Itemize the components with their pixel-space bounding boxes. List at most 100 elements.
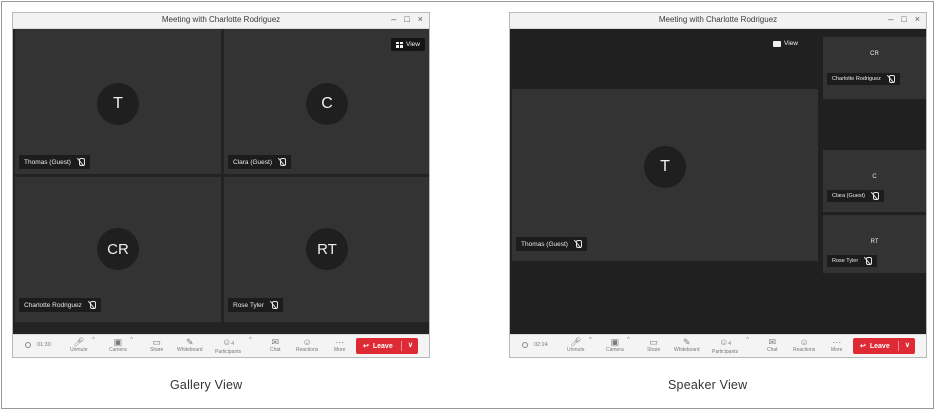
participants-count: 4 [231, 341, 235, 347]
gallery-view-window: Meeting with Charlotte Rodriguez – □ × T… [12, 12, 430, 358]
camera-button[interactable]: ▣ Camera [109, 337, 127, 354]
participant-tile[interactable]: CR Charlotte Rodriguez [15, 177, 221, 322]
reactions-label: Reactions [296, 347, 319, 353]
thumbnail-tile[interactable]: CR Charlotte Rodriguez [823, 37, 926, 99]
view-button[interactable]: View [768, 37, 803, 50]
caret-up-icon[interactable]: ^ [130, 337, 133, 343]
chat-icon: ✉ [271, 337, 280, 347]
thumbnail-tile[interactable]: C Clara (Guest) [823, 150, 926, 212]
avatar: CR [97, 228, 139, 270]
thumbnail-tile[interactable]: RT Rose Tyler [823, 215, 926, 273]
participant-nameplate: Thomas (Guest) [516, 237, 587, 251]
whiteboard-icon: ✎ [186, 337, 194, 347]
participants-button[interactable]: ☺4 Participants [215, 337, 241, 356]
minimize-button[interactable]: – [888, 14, 893, 24]
avatar: RT [306, 228, 348, 270]
participants-button[interactable]: ☺4 Participants [712, 337, 738, 356]
avatar: T [644, 146, 686, 188]
participant-tile[interactable]: RT Rose Tyler [224, 177, 429, 322]
participant-nameplate: Rose Tyler [827, 255, 878, 267]
reactions-button[interactable]: ☺ Reactions [793, 337, 815, 354]
video-stage: T Thomas (Guest) View C Clara (Guest) CR… [13, 29, 429, 336]
caret-up-icon[interactable]: ^ [249, 337, 252, 343]
meeting-timer: 02:24 [522, 342, 548, 348]
minimize-button[interactable]: – [391, 14, 396, 24]
title-bar: Meeting with Charlotte Rodriguez – □ × [13, 13, 429, 29]
participants-count: 4 [728, 341, 732, 347]
chevron-down-icon[interactable]: ∨ [408, 341, 413, 349]
close-button[interactable]: × [915, 14, 920, 24]
whiteboard-button[interactable]: ✎ Whiteboard [674, 337, 700, 354]
participant-nameplate: Thomas (Guest) [19, 155, 90, 169]
leave-label: Leave [869, 342, 890, 350]
participant-tile[interactable]: View C Clara (Guest) [224, 29, 429, 174]
avatar: RT [870, 239, 879, 245]
camera-label: Camera [109, 347, 127, 353]
video-stage: View T Thomas (Guest) CR Charlotte Rodri… [510, 29, 926, 336]
caret-up-icon[interactable]: ^ [746, 337, 749, 343]
close-button[interactable]: × [418, 14, 423, 24]
camera-icon: ▣ [610, 337, 620, 347]
window-controls: – □ × [888, 14, 920, 24]
active-speaker-tile[interactable]: T Thomas (Guest) [512, 89, 818, 261]
meeting-toolbar: 02:24 🎤︎ Unmute ^ ▣ Camera ^ ▭ Share ✎ W… [510, 334, 926, 357]
chat-button[interactable]: ✉ Chat [767, 337, 778, 354]
leave-divider [898, 341, 899, 351]
leave-button[interactable]: ↩ Leave ∨ [356, 338, 418, 354]
caret-up-icon[interactable]: ^ [589, 337, 592, 343]
view-button-label: View [406, 41, 420, 48]
timer-text: 02:24 [534, 342, 548, 348]
share-button[interactable]: ▭ Share [647, 337, 660, 354]
more-label: More [334, 347, 346, 353]
share-screen-icon: ▭ [649, 337, 658, 347]
caret-up-icon[interactable]: ^ [627, 337, 630, 343]
maximize-button[interactable]: □ [404, 14, 409, 24]
title-bar: Meeting with Charlotte Rodriguez – □ × [510, 13, 926, 29]
whiteboard-button[interactable]: ✎ Whiteboard [177, 337, 203, 354]
participant-nameplate: Rose Tyler [228, 298, 283, 312]
leave-button[interactable]: ↩ Leave ∨ [853, 338, 915, 354]
camera-button[interactable]: ▣ Camera [606, 337, 624, 354]
chat-button[interactable]: ✉ Chat [270, 337, 281, 354]
reactions-icon: ☺ [799, 337, 809, 347]
mic-off-icon: 🎤︎ [73, 337, 85, 347]
more-button[interactable]: ⋯ More [831, 337, 842, 354]
participant-name: Clara (Guest) [233, 158, 273, 166]
leave-label: Leave [372, 342, 393, 350]
view-button-label: View [784, 40, 798, 47]
participant-nameplate: Charlotte Rodriguez [827, 73, 900, 85]
window-title: Meeting with Charlotte Rodriguez [658, 15, 778, 24]
avatar: CR [870, 51, 879, 57]
reactions-label: Reactions [793, 347, 816, 353]
participant-name: Rose Tyler [233, 301, 264, 309]
gallery-view-caption: Gallery View [170, 378, 243, 392]
avatar: C [306, 83, 348, 125]
maximize-button[interactable]: □ [901, 14, 906, 24]
camera-label: Camera [606, 347, 624, 353]
mic-off-icon [77, 158, 85, 166]
participant-name: Clara (Guest) [832, 193, 866, 199]
unmute-button[interactable]: 🎤︎ Unmute [70, 337, 88, 354]
speaker-view-caption: Speaker View [668, 378, 748, 392]
caret-up-icon[interactable]: ^ [92, 337, 95, 343]
reactions-button[interactable]: ☺ Reactions [296, 337, 318, 354]
timer-text: 01:30 [37, 342, 51, 348]
view-button[interactable]: View [391, 38, 425, 51]
chevron-down-icon[interactable]: ∨ [905, 341, 910, 349]
more-button[interactable]: ⋯ More [334, 337, 345, 354]
leave-divider [401, 341, 402, 351]
screen-icon [773, 40, 781, 47]
participant-tile[interactable]: T Thomas (Guest) [15, 29, 221, 174]
participants-label: Participants [215, 349, 242, 355]
mic-off-icon [887, 75, 895, 83]
unmute-button[interactable]: 🎤︎ Unmute [567, 337, 585, 354]
mic-off-icon: 🎤︎ [570, 337, 582, 347]
share-button[interactable]: ▭ Share [150, 337, 163, 354]
whiteboard-label: Whiteboard [674, 347, 700, 353]
participant-name: Thomas (Guest) [24, 158, 71, 166]
avatar: T [97, 83, 139, 125]
share-label: Share [150, 347, 164, 353]
participants-label: Participants [712, 349, 739, 355]
mic-off-icon [864, 257, 873, 265]
unmute-label: Unmute [567, 347, 585, 353]
